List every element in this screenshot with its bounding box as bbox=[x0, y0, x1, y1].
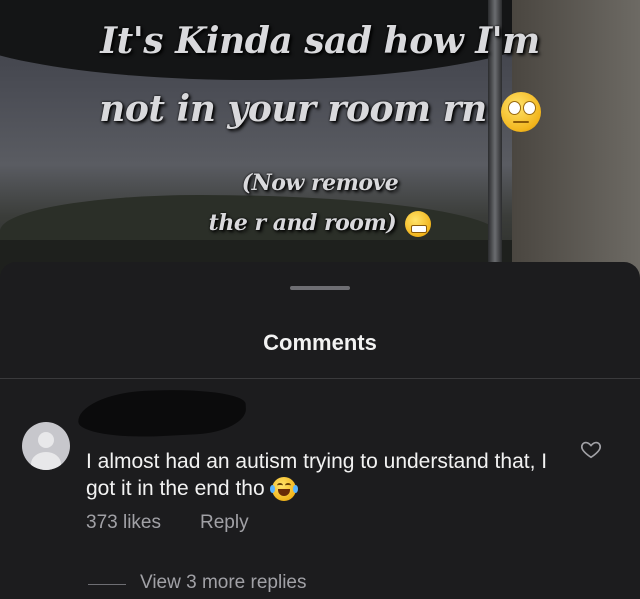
like-heart-icon[interactable] bbox=[580, 438, 602, 460]
like-count[interactable]: 373 likes bbox=[86, 512, 161, 534]
avatar[interactable] bbox=[22, 422, 70, 470]
sheet-drag-handle[interactable] bbox=[290, 286, 350, 290]
grimace-emoji-icon bbox=[405, 211, 432, 237]
comment-body: I almost had an autism trying to underst… bbox=[86, 448, 566, 502]
comments-sheet: Comments I almost had an autism trying t… bbox=[0, 262, 640, 599]
comments-title: Comments bbox=[263, 330, 377, 355]
header-divider bbox=[0, 378, 640, 379]
replies-line bbox=[88, 584, 126, 585]
story-text-line-2: not in your room rn bbox=[0, 88, 640, 132]
comment-text: I almost had an autism trying to underst… bbox=[86, 450, 548, 500]
story-background-photo: It's Kinda sad how I'm not in your room … bbox=[0, 0, 640, 300]
redacted-username bbox=[76, 385, 248, 441]
eye-roll-emoji-icon bbox=[500, 92, 541, 132]
story-text-line-1: It's Kinda sad how I'm bbox=[100, 20, 540, 62]
tears-of-joy-emoji-icon bbox=[270, 477, 299, 502]
reply-button[interactable]: Reply bbox=[200, 512, 249, 534]
view-more-replies-button[interactable]: View 3 more replies bbox=[140, 572, 307, 594]
story-text-line-3: (Now remove bbox=[241, 170, 399, 196]
story-text-line-4: the r and room) bbox=[0, 210, 640, 237]
